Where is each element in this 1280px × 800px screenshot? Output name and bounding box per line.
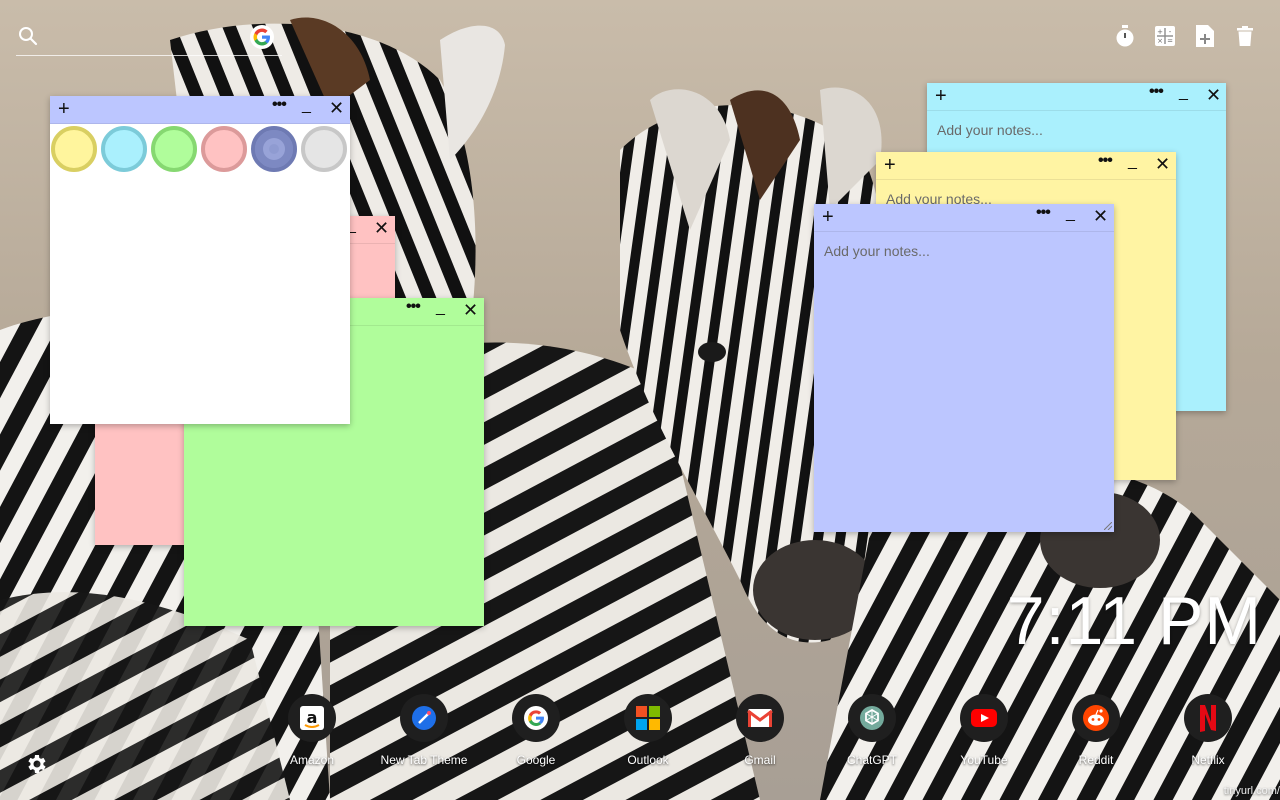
add-note-button[interactable]: + bbox=[822, 207, 834, 227]
minimize-note-button[interactable]: _ bbox=[1128, 153, 1137, 171]
clock: 7:11 PM bbox=[1006, 583, 1262, 659]
shortcut-gmail[interactable]: Gmail bbox=[704, 694, 816, 767]
color-swatch-pink[interactable] bbox=[201, 126, 247, 172]
add-note-icon[interactable] bbox=[1194, 24, 1216, 48]
shortcut-label: New Tab Theme bbox=[380, 753, 468, 767]
note-menu-button[interactable]: ••• bbox=[1098, 152, 1113, 170]
note-titlebar[interactable]: + ••• _ ✕ bbox=[50, 96, 350, 124]
shortcut-chatgpt[interactable]: ChatGPT bbox=[816, 694, 928, 767]
minimize-note-button[interactable]: _ bbox=[1066, 205, 1075, 223]
shortcut-youtube[interactable]: YouTube bbox=[928, 694, 1040, 767]
shortcut-label: Netflix bbox=[1191, 753, 1225, 767]
shortcut-google[interactable]: Google bbox=[480, 694, 592, 767]
add-note-button[interactable]: + bbox=[935, 86, 947, 106]
color-swatch-blue[interactable] bbox=[251, 126, 297, 172]
outlook-icon[interactable] bbox=[624, 694, 672, 742]
shortcut-netflix[interactable]: Netflix bbox=[1152, 694, 1264, 767]
note-body bbox=[814, 233, 1114, 532]
note-menu-button[interactable]: ••• bbox=[406, 298, 421, 316]
google-icon[interactable] bbox=[512, 694, 560, 742]
amazon-icon[interactable]: a bbox=[288, 694, 336, 742]
close-note-button[interactable]: ✕ bbox=[1155, 155, 1170, 173]
svg-text:=: = bbox=[1167, 37, 1173, 45]
color-picker bbox=[51, 126, 347, 172]
minimize-note-button[interactable]: _ bbox=[302, 97, 311, 115]
svg-text:×: × bbox=[1157, 37, 1163, 45]
timer-icon[interactable] bbox=[1114, 24, 1136, 48]
minimize-note-button[interactable]: _ bbox=[436, 299, 445, 317]
minimize-note-button[interactable]: _ bbox=[1179, 84, 1188, 102]
calculator-icon[interactable]: + - × = bbox=[1154, 24, 1176, 48]
sticky-note-blue[interactable]: + ••• _ ✕ bbox=[814, 204, 1114, 532]
note-titlebar[interactable]: + ••• _ ✕ bbox=[876, 152, 1176, 180]
gear-icon[interactable] bbox=[24, 752, 48, 776]
shortcut-reddit[interactable]: Reddit bbox=[1040, 694, 1152, 767]
sticky-note-white[interactable]: + ••• _ ✕ bbox=[50, 96, 350, 424]
shortcut-label: Google bbox=[516, 753, 556, 767]
note-menu-button[interactable]: ••• bbox=[272, 96, 287, 114]
shortcut-label: Gmail bbox=[744, 753, 776, 767]
search-icon[interactable] bbox=[18, 26, 38, 46]
svg-text:a: a bbox=[307, 708, 318, 727]
shortcut-outlook[interactable]: Outlook bbox=[592, 694, 704, 767]
note-menu-button[interactable]: ••• bbox=[1036, 204, 1051, 222]
color-swatch-cyan[interactable] bbox=[101, 126, 147, 172]
color-swatch-gray[interactable] bbox=[301, 126, 347, 172]
shortcut-new-tab-theme[interactable]: New Tab Theme bbox=[368, 694, 480, 767]
note-text-input[interactable] bbox=[824, 243, 1104, 522]
search-bar[interactable] bbox=[16, 22, 282, 56]
note-titlebar[interactable]: + ••• _ ✕ bbox=[814, 204, 1114, 232]
footer-link[interactable]: tinyurl.com/ bbox=[1224, 785, 1280, 797]
gmail-icon[interactable] bbox=[736, 694, 784, 742]
note-titlebar[interactable]: + ••• _ ✕ bbox=[927, 83, 1226, 111]
close-note-button[interactable]: ✕ bbox=[1206, 86, 1221, 104]
shortcut-amazon[interactable]: a Amazon bbox=[256, 694, 368, 767]
resize-handle-icon[interactable] bbox=[1104, 522, 1112, 530]
note-menu-button[interactable]: ••• bbox=[1149, 83, 1164, 101]
shortcut-label: Amazon bbox=[289, 753, 335, 767]
netflix-icon[interactable] bbox=[1184, 694, 1232, 742]
trash-icon[interactable] bbox=[1234, 24, 1256, 48]
shortcut-label: YouTube bbox=[960, 753, 1008, 767]
new-tab-theme-icon[interactable] bbox=[400, 694, 448, 742]
shortcut-dock: a Amazon New Tab Theme Google Outlook Gmail Ch… bbox=[256, 694, 1256, 774]
close-note-button[interactable]: ✕ bbox=[329, 99, 344, 117]
google-g-icon[interactable] bbox=[250, 25, 274, 49]
svg-text:+: + bbox=[1157, 28, 1163, 36]
top-toolbar: + - × = bbox=[1114, 24, 1256, 48]
color-swatch-yellow[interactable] bbox=[51, 126, 97, 172]
youtube-icon[interactable] bbox=[960, 694, 1008, 742]
shortcut-label: Reddit bbox=[1078, 753, 1114, 767]
chatgpt-icon[interactable] bbox=[848, 694, 896, 742]
close-note-button[interactable]: ✕ bbox=[463, 301, 478, 319]
reddit-icon[interactable] bbox=[1072, 694, 1120, 742]
shortcut-label: ChatGPT bbox=[846, 753, 897, 767]
add-note-button[interactable]: + bbox=[884, 155, 896, 175]
close-note-button[interactable]: ✕ bbox=[1093, 207, 1108, 225]
close-note-button[interactable]: ✕ bbox=[374, 219, 389, 237]
shortcut-label: Outlook bbox=[627, 753, 669, 767]
add-note-button[interactable]: + bbox=[58, 99, 70, 119]
color-swatch-green[interactable] bbox=[151, 126, 197, 172]
